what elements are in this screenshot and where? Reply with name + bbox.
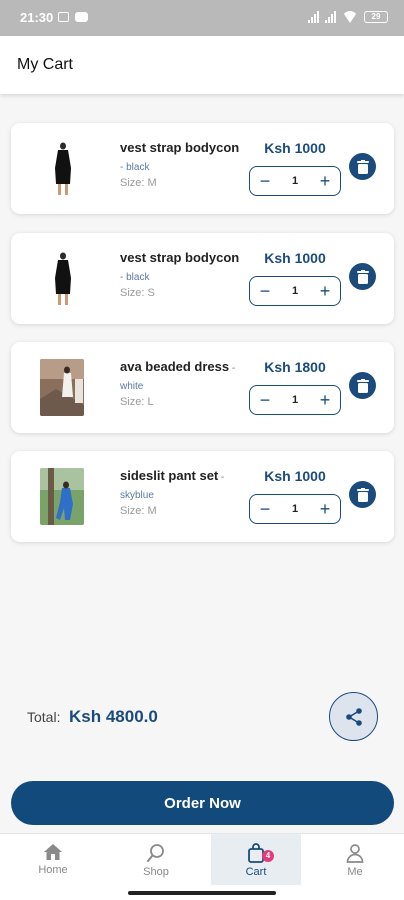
- notification-icons: [58, 12, 88, 22]
- item-name: vest strap bodycon: [120, 250, 240, 265]
- home-icon: [44, 844, 62, 860]
- item-name: ava beaded dress: [120, 359, 230, 374]
- nav-label: Shop: [143, 866, 169, 878]
- quantity-stepper: − 1 +: [249, 276, 341, 306]
- delete-button[interactable]: [349, 481, 376, 508]
- product-image[interactable]: [41, 250, 84, 307]
- item-color: black: [126, 272, 150, 283]
- item-name: sideslit pant set: [120, 468, 219, 483]
- decrement-button[interactable]: −: [258, 282, 272, 300]
- product-image[interactable]: [40, 359, 84, 416]
- status-bar: 21:30 29: [0, 0, 404, 36]
- nav-item-shop[interactable]: Shop: [111, 834, 201, 885]
- trash-icon: [356, 159, 369, 174]
- decrement-button[interactable]: −: [258, 500, 272, 518]
- item-info: sideslit pant set - skyblue Size: M: [120, 468, 245, 517]
- search-icon: [147, 844, 164, 862]
- quantity-value: 1: [291, 175, 299, 187]
- trash-icon: [356, 378, 369, 393]
- share-icon: [345, 707, 362, 726]
- item-name: vest strap bodycon: [120, 140, 240, 155]
- item-color: skyblue: [120, 490, 154, 501]
- quantity-value: 1: [291, 503, 299, 515]
- nav-label: Me: [347, 866, 363, 878]
- cart-item: vest strap bodycon - black Size: M Ksh 1…: [11, 123, 394, 214]
- item-price: Ksh 1000: [264, 468, 326, 484]
- quantity-value: 1: [291, 285, 299, 297]
- item-separator: -: [229, 363, 236, 374]
- increment-button[interactable]: +: [318, 500, 332, 518]
- item-color: white: [120, 381, 144, 392]
- delete-button[interactable]: [349, 153, 376, 180]
- person-icon: [346, 844, 364, 863]
- item-size: Size: S: [120, 287, 155, 299]
- nav-item-home[interactable]: Home: [8, 834, 98, 885]
- share-button[interactable]: [329, 692, 378, 741]
- signal-icon: [308, 11, 319, 23]
- nav-item-me[interactable]: Me: [310, 834, 400, 885]
- item-price: Ksh 1000: [264, 250, 326, 266]
- cart-item: ava beaded dress - white Size: L Ksh 180…: [11, 342, 394, 433]
- wifi-icon: [342, 11, 358, 23]
- item-size: Size: L: [120, 396, 154, 408]
- increment-button[interactable]: +: [318, 282, 332, 300]
- increment-button[interactable]: +: [318, 391, 332, 409]
- item-price: Ksh 1800: [264, 359, 326, 375]
- product-image[interactable]: [41, 140, 84, 197]
- app-header: My Cart: [0, 36, 404, 94]
- item-size: Size: M: [120, 505, 157, 517]
- image-notification-icon: [58, 12, 69, 22]
- item-size: Size: M: [120, 177, 157, 189]
- order-now-button[interactable]: Order Now: [11, 781, 394, 825]
- cart-item: sideslit pant set - skyblue Size: M Ksh …: [11, 451, 394, 542]
- nav-label: Cart: [245, 866, 267, 878]
- product-image[interactable]: [40, 468, 84, 525]
- delete-button[interactable]: [349, 263, 376, 290]
- quantity-stepper: − 1 +: [249, 166, 341, 196]
- bottom-nav: Home Shop 4 Cart Me: [0, 833, 404, 900]
- item-info: ava beaded dress - white Size: L: [120, 359, 245, 408]
- cart-count-badge: 4: [262, 850, 274, 862]
- cart-item: vest strap bodycon - black Size: S Ksh 1…: [11, 233, 394, 324]
- item-color: black: [126, 162, 150, 173]
- quantity-stepper: − 1 +: [249, 494, 341, 524]
- item-info: vest strap bodycon - black Size: M: [120, 140, 245, 189]
- total-value: Ksh 4800.0: [69, 707, 158, 726]
- quantity-stepper: − 1 +: [249, 385, 341, 415]
- nav-item-cart[interactable]: 4 Cart: [211, 834, 301, 885]
- page-title: My Cart: [17, 56, 73, 73]
- trash-icon: [356, 269, 369, 284]
- item-price: Ksh 1000: [264, 140, 326, 156]
- signal-icon: [325, 11, 336, 23]
- decrement-button[interactable]: −: [258, 391, 272, 409]
- increment-button[interactable]: +: [318, 172, 332, 190]
- status-right-icons: 29: [308, 11, 388, 23]
- item-info: vest strap bodycon - black Size: S: [120, 250, 245, 299]
- delete-button[interactable]: [349, 372, 376, 399]
- trash-icon: [356, 487, 369, 502]
- youtube-notification-icon: [75, 12, 88, 22]
- quantity-value: 1: [291, 394, 299, 406]
- decrement-button[interactable]: −: [258, 172, 272, 190]
- total-label: Total:: [27, 709, 61, 725]
- home-indicator: [128, 891, 276, 895]
- nav-label: Home: [38, 864, 68, 876]
- battery-icon: 29: [364, 11, 388, 23]
- status-time: 21:30: [20, 10, 54, 25]
- item-separator: -: [218, 472, 225, 483]
